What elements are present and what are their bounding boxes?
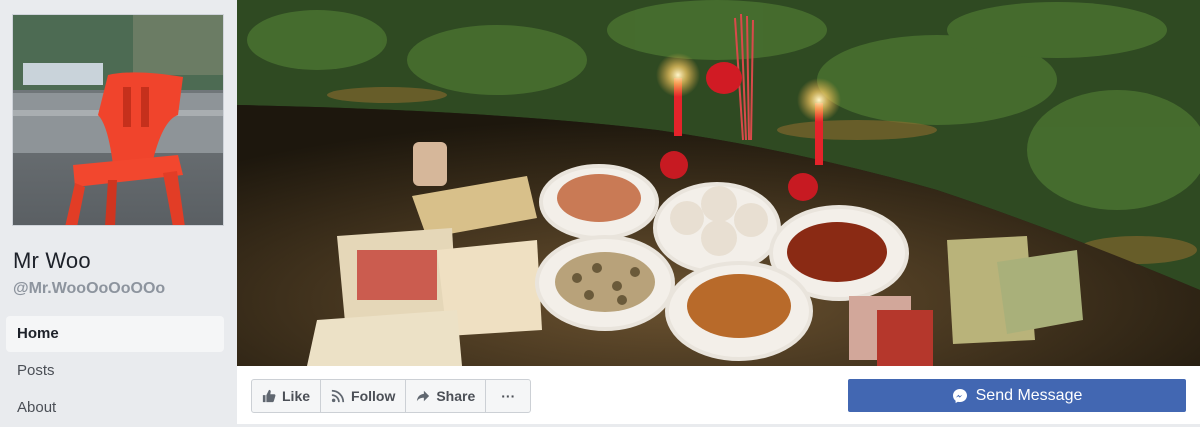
send-message-button[interactable]: Send Message	[848, 379, 1186, 412]
share-label: Share	[436, 388, 476, 404]
sidebar-item-home[interactable]: Home	[6, 316, 224, 352]
cover-photo[interactable]	[237, 0, 1200, 366]
profile-picture[interactable]	[12, 14, 224, 226]
thumbs-up-icon	[262, 389, 276, 403]
follow-label: Follow	[351, 388, 396, 404]
follow-button[interactable]: Follow	[321, 380, 407, 412]
sidebar-item-posts[interactable]: Posts	[6, 353, 224, 389]
page-name[interactable]: Mr Woo	[13, 248, 91, 274]
more-button[interactable]: ···	[486, 380, 530, 412]
page-nav: Home Posts About	[6, 316, 224, 427]
messenger-icon	[952, 388, 968, 404]
send-message-label: Send Message	[975, 386, 1083, 404]
share-arrow-icon	[416, 389, 430, 403]
page-handle[interactable]: @Mr.WooOoOoOOo	[13, 280, 165, 298]
red-chair-photo	[13, 15, 223, 225]
page-actions-group: Like Follow Share ···	[251, 379, 532, 413]
left-sidebar: Mr Woo @Mr.WooOoOoOOo Home Posts About	[0, 0, 236, 424]
like-label: Like	[282, 388, 311, 404]
rss-icon	[331, 389, 345, 403]
more-horizontal-icon: ···	[501, 388, 516, 404]
share-button[interactable]: Share	[406, 380, 487, 412]
offering-spread-photo	[237, 0, 1200, 366]
like-button[interactable]: Like	[252, 380, 322, 412]
page-action-bar: Like Follow Share ··· Send Message	[237, 366, 1200, 424]
sidebar-item-about[interactable]: About	[6, 390, 224, 426]
